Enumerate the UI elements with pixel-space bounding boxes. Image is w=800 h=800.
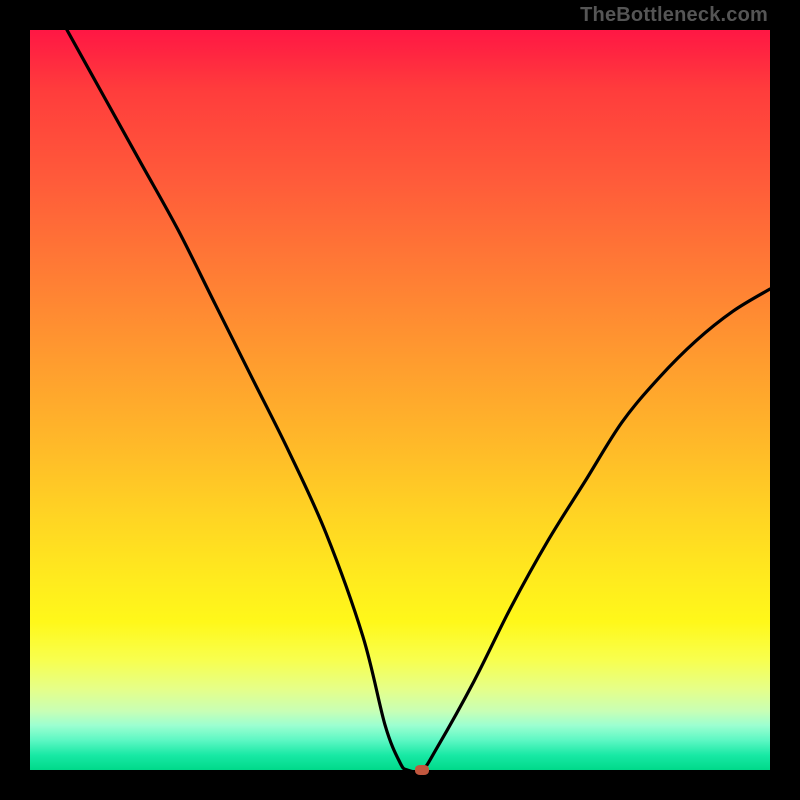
watermark-text: TheBottleneck.com (580, 4, 768, 27)
plot-area (30, 30, 770, 770)
curve-svg (30, 30, 770, 770)
series-curve (67, 30, 770, 772)
chart-frame: TheBottleneck.com (0, 0, 800, 800)
minimum-marker (415, 765, 429, 775)
